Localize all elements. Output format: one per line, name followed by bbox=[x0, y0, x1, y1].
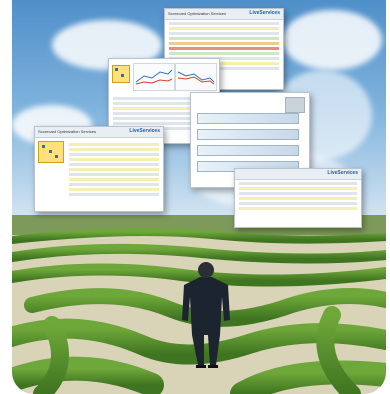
cloud bbox=[282, 10, 382, 70]
report-screenshot-right: LiveServices bbox=[234, 168, 362, 228]
photo-frame: Scorecard Optimization Services LiveServi… bbox=[12, 0, 386, 394]
line-chart-left bbox=[133, 63, 175, 91]
line-chart-right bbox=[175, 63, 217, 91]
hedge-maze bbox=[12, 215, 386, 394]
report-screenshot-left: Scorecard Optimization Services LiveServi… bbox=[34, 126, 164, 212]
